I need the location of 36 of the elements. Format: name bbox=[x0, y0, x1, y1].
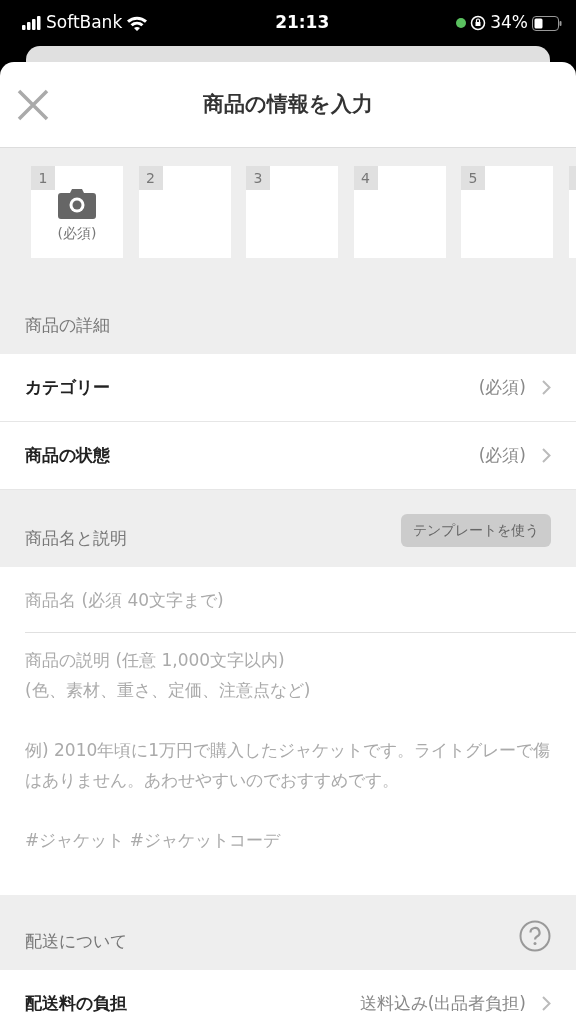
slot-number: 1 bbox=[31, 166, 55, 190]
photo-slot[interactable]: 2 bbox=[138, 166, 231, 258]
help-icon[interactable] bbox=[519, 920, 551, 952]
template-button[interactable]: テンプレートを使う bbox=[401, 514, 551, 547]
row-value: 送料込み(出品者負担) bbox=[359, 991, 526, 1015]
slot-number: 3 bbox=[246, 166, 270, 190]
carrier-name: SoftBank bbox=[46, 11, 123, 35]
chevron-right-icon bbox=[542, 380, 551, 395]
battery-percent: 34% bbox=[490, 11, 528, 35]
page-title: 商品の情報を入力 bbox=[203, 90, 373, 118]
chevron-right-icon bbox=[542, 996, 551, 1011]
slot-number: 2 bbox=[138, 166, 163, 190]
indicator-dot-icon bbox=[456, 18, 467, 28]
close-button[interactable] bbox=[16, 88, 50, 122]
section-heading: 配送について bbox=[25, 929, 127, 953]
required-label: (必須) bbox=[57, 223, 97, 243]
slot-number: 4 bbox=[353, 166, 378, 190]
chevron-right-icon bbox=[542, 448, 551, 463]
battery-icon bbox=[532, 15, 562, 31]
section-heading: 商品名と説明 bbox=[25, 526, 127, 550]
rotation-lock-icon bbox=[470, 15, 487, 31]
row-label: カテゴリー bbox=[25, 375, 110, 399]
camera-icon bbox=[58, 188, 96, 219]
wifi-icon bbox=[126, 15, 149, 31]
row-value: (必須) bbox=[478, 443, 526, 467]
photo-slot[interactable]: 3 bbox=[246, 166, 338, 258]
signal-icon bbox=[22, 16, 42, 30]
row-label: 配送料の負担 bbox=[25, 991, 127, 1015]
photo-slot[interactable]: 4 bbox=[353, 166, 446, 258]
clock: 21:13 bbox=[275, 11, 330, 35]
row-value: (必須) bbox=[478, 375, 526, 399]
section-heading: 商品の詳細 bbox=[25, 313, 110, 337]
photo-slot[interactable]: 5 bbox=[461, 166, 553, 258]
photo-slot[interactable]: 1 (必須) bbox=[31, 166, 123, 258]
row-label: 商品の状態 bbox=[25, 443, 110, 467]
slot-number: 5 bbox=[461, 166, 485, 190]
